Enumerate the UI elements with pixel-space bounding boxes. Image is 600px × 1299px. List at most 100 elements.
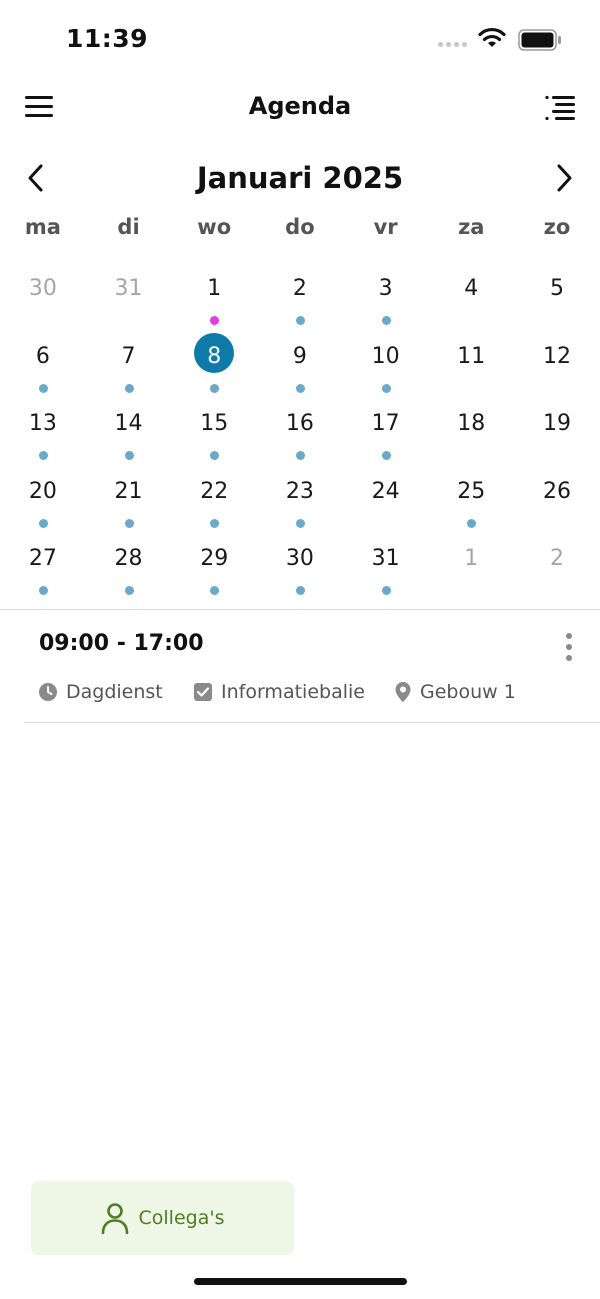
calendar-day[interactable]: 9 — [257, 340, 343, 408]
event-indicator-dot — [124, 451, 134, 461]
wifi-icon — [478, 27, 506, 47]
calendar-day[interactable]: 21 — [86, 475, 172, 543]
event-indicator-dot — [296, 451, 306, 461]
calendar-day[interactable]: 18 — [428, 407, 514, 475]
calendar-day-number: 26 — [542, 478, 571, 504]
calendar-day[interactable]: 16 — [257, 407, 343, 475]
home-indicator[interactable] — [194, 1278, 407, 1285]
calendar-day[interactable]: 17 — [343, 407, 429, 475]
more-options-icon[interactable] — [563, 631, 575, 663]
calendar-week-row: 13 14 15 16 17 18 19 — [0, 407, 600, 475]
calendar-day-number: 6 — [35, 343, 50, 369]
calendar-day[interactable]: 6 — [0, 340, 86, 408]
calendar-day[interactable]: 31 — [343, 542, 429, 610]
calendar-day-number: 14 — [114, 411, 143, 437]
calendar-day-number: 1 — [464, 546, 479, 572]
calendar-day-number: 4 — [464, 276, 479, 301]
calendar-day-number: 23 — [285, 478, 314, 504]
calendar-day-number: 7 — [121, 343, 136, 369]
event-indicator-dot — [39, 518, 48, 528]
calendar-day[interactable]: 29 — [171, 542, 257, 610]
calendar-grid: 30 31 1 2 3 4 5 6 7 8 9 10 11 12 13 14 15 16 17 18 19 20 21 22 2… — [0, 272, 600, 610]
event-indicator-dot — [467, 518, 477, 528]
calendar-day[interactable]: 1 — [171, 272, 257, 340]
event-indicator-dot — [296, 518, 306, 528]
colleagues-button[interactable]: Collega's — [31, 1181, 294, 1255]
weekday-label: wo — [197, 215, 232, 239]
calendar-day[interactable]: 10 — [343, 340, 429, 408]
calendar-day[interactable]: 4 — [428, 272, 514, 340]
calendar-day[interactable]: 28 — [86, 542, 172, 610]
calendar-day-number: 5 — [549, 276, 564, 301]
calendar-day-number: 24 — [371, 478, 400, 504]
calendar-day[interactable]: 1 — [428, 542, 514, 610]
calendar-day-number: 10 — [371, 343, 400, 369]
event-indicator-dot — [39, 383, 48, 393]
calendar-day-number: 17 — [371, 411, 400, 437]
calendar-day-number: 21 — [114, 478, 143, 504]
event-task-label: Informatiebalie — [221, 681, 365, 703]
clock-icon — [39, 683, 57, 701]
calendar-day[interactable]: 23 — [257, 475, 343, 543]
weekday-label: zo — [543, 215, 571, 239]
app-header: Agenda — [0, 78, 600, 138]
calendar-day[interactable]: 5 — [514, 272, 600, 340]
person-icon — [101, 1203, 128, 1234]
calendar-day[interactable]: 26 — [514, 475, 600, 543]
calendar-day-number: 29 — [200, 546, 229, 572]
calendar-day[interactable]: 20 — [0, 475, 86, 543]
calendar-day-number: 16 — [285, 411, 314, 437]
colleagues-label: Collega's — [138, 1207, 225, 1229]
calendar-day[interactable]: 7 — [86, 340, 172, 408]
event-task: Informatiebalie — [193, 681, 365, 703]
calendar-day[interactable]: 15 — [171, 407, 257, 475]
calendar-day[interactable]: 2 — [257, 272, 343, 340]
next-month-icon[interactable] — [552, 163, 576, 193]
event-indicator-dot — [210, 316, 220, 325]
list-view-icon[interactable] — [544, 94, 576, 120]
calendar-day-number: 22 — [200, 478, 229, 504]
divider — [0, 609, 600, 610]
status-time: 11:39 — [66, 24, 149, 53]
event-shift: Dagdienst — [38, 681, 163, 703]
calendar-day[interactable]: 12 — [514, 340, 600, 408]
calendar-day-number: 19 — [542, 411, 571, 437]
calendar-day[interactable]: 14 — [86, 407, 172, 475]
calendar-day-number: 31 — [371, 546, 400, 572]
divider — [24, 722, 600, 723]
calendar-day[interactable]: 30 — [257, 542, 343, 610]
calendar-day-selected[interactable]: 8 — [171, 332, 257, 408]
calendar-day[interactable]: 25 — [428, 475, 514, 543]
calendar-day[interactable]: 3 — [343, 272, 429, 340]
page-title: Agenda — [248, 92, 352, 120]
weekday-label: vr — [373, 215, 398, 239]
calendar-day-number: 30 — [285, 546, 314, 572]
calendar-day-number: 13 — [28, 411, 57, 437]
shift-event-card[interactable]: 09:00 - 17:00 Dagdienst Informatiebalie … — [0, 611, 600, 721]
calendar-week-row: 27 28 29 30 31 1 2 — [0, 542, 600, 610]
event-indicator-dot — [39, 586, 48, 596]
event-indicator-dot — [296, 586, 306, 596]
calendar-day[interactable]: 24 — [343, 475, 429, 543]
calendar-day[interactable]: 2 — [514, 542, 600, 610]
calendar-day[interactable]: 19 — [514, 407, 600, 475]
event-indicator-dot — [210, 518, 220, 528]
calendar-day[interactable]: 30 — [0, 272, 86, 340]
calendar-day[interactable]: 27 — [0, 542, 86, 610]
event-indicator-dot — [124, 383, 134, 393]
calendar-day[interactable]: 11 — [428, 340, 514, 408]
event-indicator-dot — [296, 316, 306, 325]
event-location-label: Gebouw 1 — [420, 681, 516, 703]
calendar-day[interactable]: 31 — [86, 272, 172, 340]
calendar-week-row: 30 31 1 2 3 4 5 — [0, 272, 600, 340]
calendar-day-number: 15 — [200, 411, 229, 437]
calendar-day-number: 12 — [542, 343, 571, 369]
event-indicator-dot — [381, 316, 391, 325]
checkbox-icon — [194, 683, 212, 701]
calendar-week-row: 20 21 22 23 24 25 26 — [0, 475, 600, 543]
calendar-day[interactable]: 22 — [171, 475, 257, 543]
weekday-header: ma di wo do vr za zo — [0, 215, 600, 239]
calendar-day[interactable]: 13 — [0, 407, 86, 475]
month-title: Januari 2025 — [196, 161, 404, 195]
event-shift-label: Dagdienst — [66, 681, 163, 703]
